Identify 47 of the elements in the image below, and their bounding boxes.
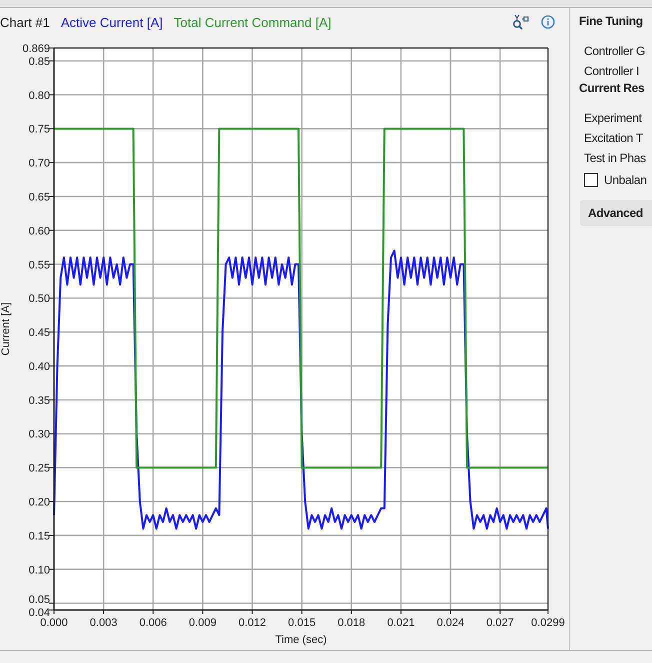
checkbox-label: Unbalan	[604, 172, 647, 189]
x-tick-label: 0.024	[436, 617, 464, 629]
x-tick-label: 0.009	[188, 617, 216, 629]
y-tick-label: 0.65	[28, 191, 50, 204]
y-tick-label: 0.30	[28, 428, 50, 441]
y-tick-label: 0.869	[22, 43, 50, 55]
y-tick-label: 0.40	[28, 360, 50, 373]
y-tick-label: 0.15	[28, 530, 50, 542]
x-axis-title: Time (sec)	[275, 634, 327, 646]
chart-title: Chart #1	[0, 14, 50, 30]
setting-label: Experiment	[584, 110, 643, 127]
advanced-button[interactable]: Advanced	[580, 200, 652, 226]
x-tick-label: 0.018	[338, 617, 366, 629]
x-tick-label: 0.027	[486, 617, 514, 629]
y-tick-label: 0.60	[28, 225, 50, 238]
y-tick-label: 0.10	[28, 564, 50, 576]
section-title: Fine Tuning	[579, 14, 644, 30]
y-tick-label: 0.80	[28, 90, 50, 102]
axis-zoom-icon[interactable]	[512, 14, 530, 30]
x-tick-label: 0.000	[40, 617, 68, 629]
info-icon[interactable]	[541, 15, 555, 29]
y-tick-label: 0.25	[28, 462, 50, 475]
y-tick-label: 0.50	[28, 293, 50, 306]
section-title: Current Res	[579, 81, 646, 97]
y-axis-title: Current [A]	[0, 302, 12, 356]
x-tick-label: 0.021	[387, 617, 415, 629]
y-tick-label: 0.20	[28, 496, 50, 509]
checkbox[interactable]	[584, 173, 598, 187]
setting-label: Test in Phas	[584, 150, 647, 167]
y-tick-label: 0.35	[28, 394, 50, 407]
y-tick-label: 0.75	[28, 124, 50, 136]
y-tick-label: 0.85	[28, 56, 50, 68]
y-tick-label: 0.05	[28, 594, 50, 606]
x-tick-label: 0.012	[238, 617, 266, 629]
setting-label: Controller G	[584, 43, 646, 60]
x-tick-label: 0.0299	[531, 617, 565, 629]
x-tick-label: 0.006	[139, 617, 167, 629]
x-tick-label: 0.003	[90, 617, 118, 629]
setting-label: Excitation T	[584, 130, 644, 147]
y-tick-label: 0.55	[28, 259, 50, 272]
legend-label: Total Current Command [A]	[174, 14, 332, 30]
y-tick-label: 0.04	[28, 607, 50, 619]
legend-label: Active Current [A]	[60, 14, 163, 30]
y-tick-label: 0.45	[28, 327, 50, 340]
setting-label: Controller I	[584, 63, 640, 80]
y-tick-label: 0.70	[28, 158, 50, 170]
x-tick-label: 0.015	[288, 617, 316, 629]
